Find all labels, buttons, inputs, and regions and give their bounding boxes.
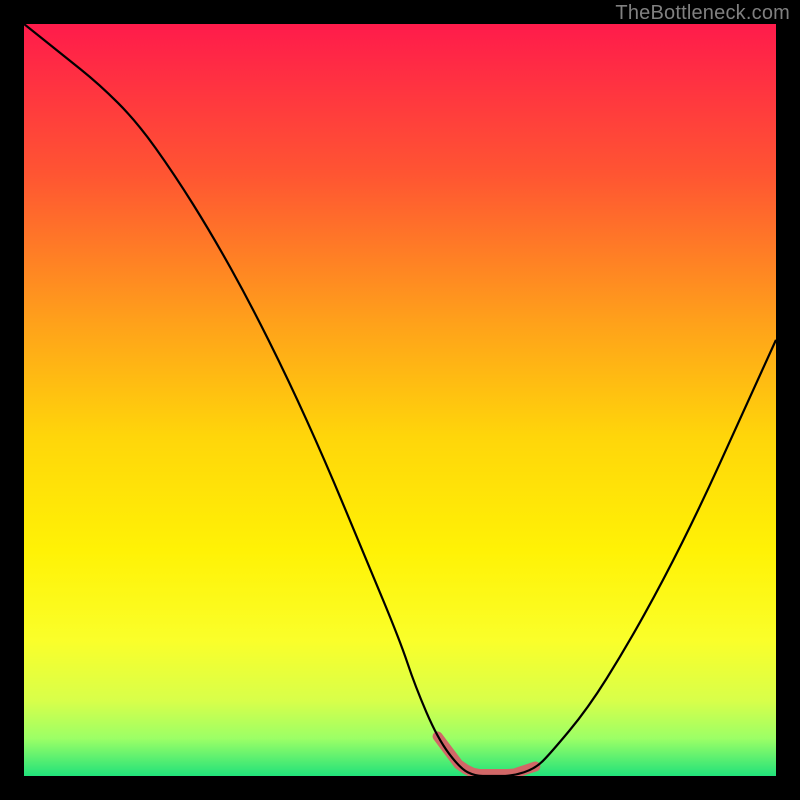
chart-stage: TheBottleneck.com xyxy=(0,0,800,800)
plot-area xyxy=(24,24,776,776)
trough-highlight xyxy=(438,736,536,774)
bottleneck-curve-line xyxy=(24,24,776,776)
curve-layer xyxy=(24,24,776,776)
watermark-text: TheBottleneck.com xyxy=(615,2,790,25)
